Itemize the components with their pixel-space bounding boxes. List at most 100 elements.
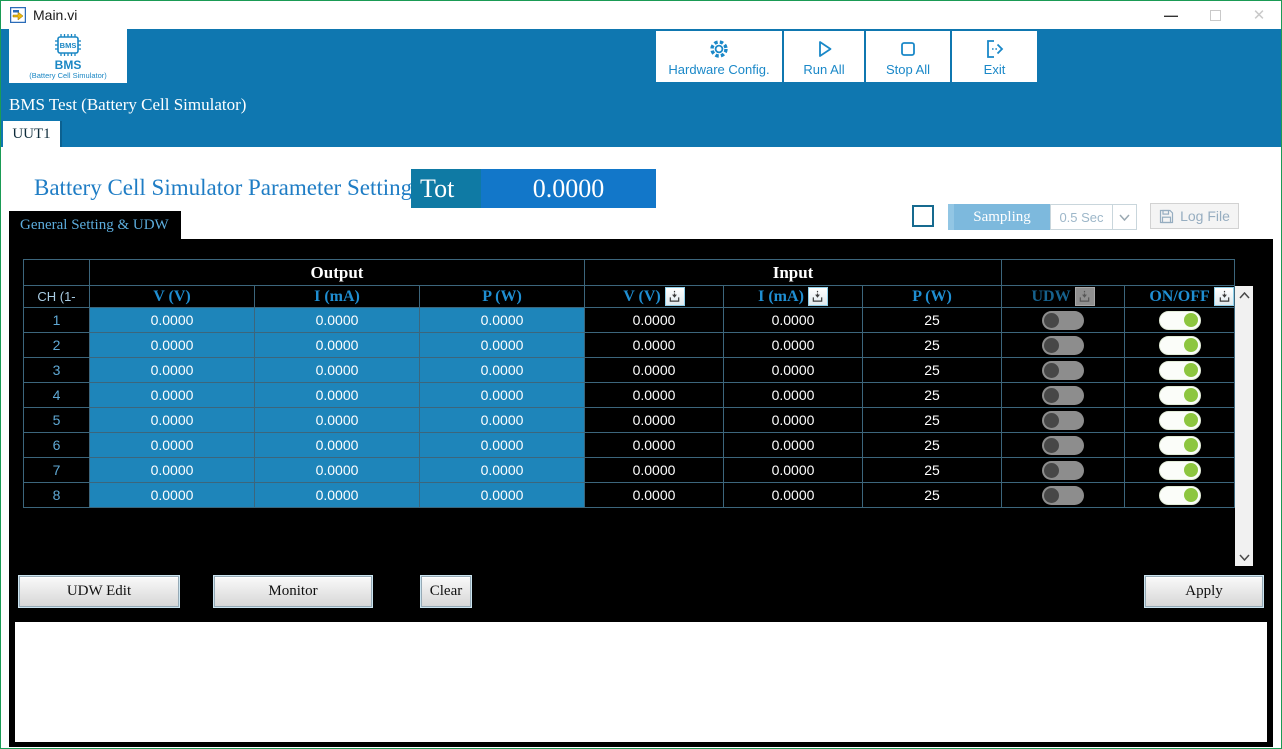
udw-toggle[interactable] (1042, 311, 1084, 330)
udw-toggle[interactable] (1042, 411, 1084, 430)
udw-toggle[interactable] (1042, 361, 1084, 380)
stop-all-button[interactable]: Stop All (866, 31, 950, 82)
minimize-button[interactable]: — (1149, 1, 1193, 29)
input-p-field[interactable]: 25 (863, 483, 1002, 508)
app-window: Main.vi — ✕ BMS BMS (Battery Cell Simula… (0, 0, 1282, 749)
hardware-config-button[interactable]: Hardware Config. (656, 31, 782, 82)
onoff-cell (1125, 333, 1235, 358)
output-v-field[interactable]: 0.0000 (90, 383, 255, 408)
onoff-toggle[interactable] (1159, 386, 1201, 405)
input-v-field[interactable]: 0.0000 (585, 408, 724, 433)
output-i-field[interactable]: 0.0000 (255, 333, 420, 358)
sampling-label: Sampling (948, 204, 1050, 230)
fill-down-icon[interactable] (665, 287, 685, 306)
clear-button[interactable]: Clear (421, 576, 471, 607)
exit-icon (983, 37, 1007, 61)
output-v-field[interactable]: 0.0000 (90, 308, 255, 333)
output-p-field[interactable]: 0.0000 (420, 308, 585, 333)
output-v-field[interactable]: 0.0000 (90, 408, 255, 433)
output-p-field[interactable]: 0.0000 (420, 333, 585, 358)
output-v-field[interactable]: 0.0000 (90, 333, 255, 358)
input-v-field[interactable]: 0.0000 (585, 383, 724, 408)
log-file-button[interactable]: Log File (1150, 203, 1239, 229)
output-p-field[interactable]: 0.0000 (420, 458, 585, 483)
input-i-field[interactable]: 0.0000 (724, 458, 863, 483)
udw-toggle[interactable] (1042, 486, 1084, 505)
run-all-button[interactable]: Run All (784, 31, 864, 82)
input-i-field[interactable]: 0.0000 (724, 333, 863, 358)
onoff-toggle[interactable] (1159, 436, 1201, 455)
udw-cell (1002, 483, 1125, 508)
onoff-toggle[interactable] (1159, 411, 1201, 430)
output-i-field[interactable]: 0.0000 (255, 483, 420, 508)
output-i-field[interactable]: 0.0000 (255, 408, 420, 433)
onoff-toggle[interactable] (1159, 461, 1201, 480)
maximize-button[interactable] (1193, 1, 1237, 29)
input-v-field[interactable]: 0.0000 (585, 458, 724, 483)
input-i-field[interactable]: 0.0000 (724, 408, 863, 433)
input-i-field[interactable]: 0.0000 (724, 483, 863, 508)
tab-general-setting-udw[interactable]: General Setting & UDW (9, 211, 181, 240)
vertical-scrollbar[interactable] (1235, 286, 1253, 566)
fill-down-icon[interactable] (1214, 287, 1234, 306)
output-p-field[interactable]: 0.0000 (420, 433, 585, 458)
input-i-field[interactable]: 0.0000 (724, 308, 863, 333)
input-p-field[interactable]: 25 (863, 383, 1002, 408)
input-p-field[interactable]: 25 (863, 408, 1002, 433)
output-p-field[interactable]: 0.0000 (420, 383, 585, 408)
input-v-field[interactable]: 0.0000 (585, 433, 724, 458)
message-log-area[interactable] (15, 622, 1267, 742)
output-p-field[interactable]: 0.0000 (420, 483, 585, 508)
output-i-field[interactable]: 0.0000 (255, 458, 420, 483)
bms-home-button[interactable]: BMS BMS (Battery Cell Simulator) (9, 29, 127, 83)
udw-toggle[interactable] (1042, 461, 1084, 480)
exit-button[interactable]: Exit (952, 31, 1037, 82)
input-v-field[interactable]: 0.0000 (585, 358, 724, 383)
input-v-field[interactable]: 0.0000 (585, 333, 724, 358)
input-i-field[interactable]: 0.0000 (724, 358, 863, 383)
output-i-field[interactable]: 0.0000 (255, 383, 420, 408)
scroll-down-button[interactable] (1235, 548, 1253, 566)
udw-edit-button[interactable]: UDW Edit (19, 576, 179, 607)
input-p-field[interactable]: 25 (863, 458, 1002, 483)
chevron-up-icon (1239, 292, 1250, 299)
output-p-field[interactable]: 0.0000 (420, 408, 585, 433)
fill-down-icon[interactable] (808, 287, 828, 306)
output-v-field[interactable]: 0.0000 (90, 483, 255, 508)
output-v-field[interactable]: 0.0000 (90, 358, 255, 383)
sampling-checkbox[interactable] (912, 205, 934, 227)
output-i-field[interactable]: 0.0000 (255, 308, 420, 333)
channel-row: 30.00000.00000.00000.00000.000025 (24, 358, 1235, 383)
minimize-icon: — (1164, 7, 1178, 23)
output-v-field[interactable]: 0.0000 (90, 433, 255, 458)
input-i-field[interactable]: 0.0000 (724, 433, 863, 458)
udw-toggle[interactable] (1042, 386, 1084, 405)
udw-toggle[interactable] (1042, 336, 1084, 355)
channel-row: 40.00000.00000.00000.00000.000025 (24, 383, 1235, 408)
sampling-interval-select[interactable]: 0.5 Sec (1050, 204, 1137, 230)
apply-button[interactable]: Apply (1145, 576, 1263, 607)
input-p-field[interactable]: 25 (863, 333, 1002, 358)
floppy-disk-icon (1159, 209, 1174, 224)
output-v-field[interactable]: 0.0000 (90, 458, 255, 483)
input-p-field[interactable]: 25 (863, 308, 1002, 333)
tab-uut1[interactable]: UUT1 (3, 121, 60, 147)
input-p-field[interactable]: 25 (863, 358, 1002, 383)
onoff-toggle[interactable] (1159, 486, 1201, 505)
udw-toggle[interactable] (1042, 436, 1084, 455)
udw-cell (1002, 433, 1125, 458)
onoff-toggle[interactable] (1159, 336, 1201, 355)
scroll-up-button[interactable] (1235, 286, 1253, 304)
monitor-button[interactable]: Monitor (214, 576, 372, 607)
input-p-field[interactable]: 25 (863, 433, 1002, 458)
onoff-toggle[interactable] (1159, 311, 1201, 330)
output-i-field[interactable]: 0.0000 (255, 358, 420, 383)
input-v-field[interactable]: 0.0000 (585, 308, 724, 333)
output-i-field[interactable]: 0.0000 (255, 433, 420, 458)
toggle-knob (1184, 438, 1198, 452)
input-v-field[interactable]: 0.0000 (585, 483, 724, 508)
onoff-toggle[interactable] (1159, 361, 1201, 380)
close-button[interactable]: ✕ (1237, 1, 1281, 29)
input-i-field[interactable]: 0.0000 (724, 383, 863, 408)
output-p-field[interactable]: 0.0000 (420, 358, 585, 383)
